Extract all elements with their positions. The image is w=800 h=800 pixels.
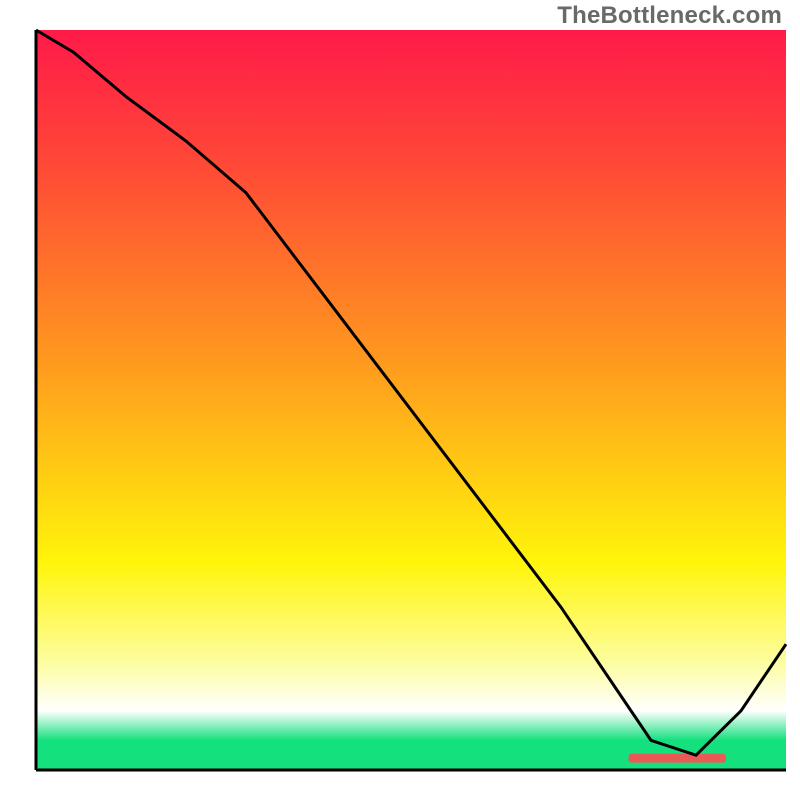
bottleneck-chart	[0, 0, 800, 800]
plot-background	[36, 30, 786, 770]
optimal-range-bar	[629, 754, 727, 763]
